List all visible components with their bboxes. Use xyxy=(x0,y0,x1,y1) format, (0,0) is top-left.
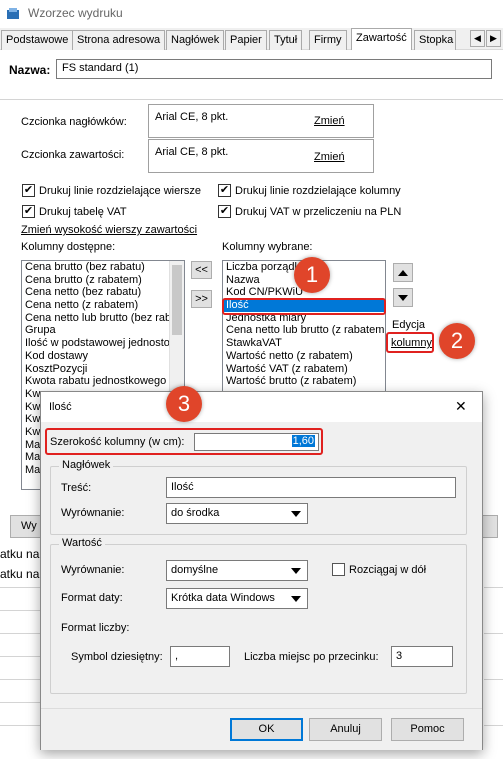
decimal-places-label: Liczba miejsc po przecinku: xyxy=(244,651,379,663)
selected-columns-label: Kolumny wybrane: xyxy=(222,241,313,253)
dialog-title: Ilość xyxy=(49,401,72,413)
stretch-down-checkbox[interactable] xyxy=(332,563,345,576)
list-item[interactable]: Grupa xyxy=(22,324,184,337)
col-lines-checkbox[interactable]: ✔ xyxy=(218,184,231,197)
header-align-label: Wyrównanie: xyxy=(61,507,125,519)
header-content-input[interactable]: Ilość xyxy=(166,477,456,498)
date-format-select[interactable]: Krótka data Windows xyxy=(166,588,308,609)
content-font-box: Arial CE, 8 pkt. Zmień xyxy=(148,139,374,173)
decimal-symbol-label: Symbol dziesiętny: xyxy=(71,651,163,663)
column-dialog: Ilość ✕ Szerokość kolumny (w cm): 1,60 N… xyxy=(40,391,483,750)
header-font-label: Czcionka nagłówków: xyxy=(21,116,127,128)
available-columns-label: Kolumny dostępne: xyxy=(21,241,116,253)
header-content-label: Treść: xyxy=(61,482,92,494)
value-align-label: Wyrównanie: xyxy=(61,564,125,576)
callout-badge-3: 3 xyxy=(166,386,202,422)
list-item[interactable]: Cena netto (bez rabatu) xyxy=(22,286,184,299)
help-button[interactable]: Pomoc xyxy=(391,718,464,741)
chevron-down-icon xyxy=(291,568,301,574)
background-right-button[interactable] xyxy=(482,515,498,538)
tab-strona-adresowa[interactable]: Strona adresowa xyxy=(72,30,166,50)
tab-zawartosc[interactable]: Zawartość xyxy=(351,28,412,50)
name-input[interactable]: FS standard (1) xyxy=(56,59,492,79)
close-icon[interactable]: ✕ xyxy=(455,398,467,415)
list-item[interactable]: Wartość VAT (z rabatem) xyxy=(223,363,385,376)
date-format-label: Format daty: xyxy=(61,592,123,604)
header-font-value: Arial CE, 8 pkt. xyxy=(155,111,229,123)
list-item[interactable]: StawkaVAT xyxy=(223,337,385,350)
tab-scroll-left-button[interactable]: ◀ xyxy=(470,30,485,47)
callout-badge-2: 2 xyxy=(439,323,475,359)
header-font-box: Arial CE, 8 pkt. Zmień xyxy=(148,104,374,138)
background-text-1: atku na xyxy=(0,547,40,561)
col-lines-label: Drukuj linie rozdzielające kolumny xyxy=(235,185,401,197)
value-align-value: domyślne xyxy=(171,564,219,576)
tab-scroll-right-button[interactable]: ▶ xyxy=(486,30,501,47)
column-width-highlight xyxy=(45,428,323,455)
window-title-bar: Wzorzec wydruku xyxy=(0,0,503,28)
tab-stopka[interactable]: Stopka xyxy=(414,30,456,50)
move-right-button[interactable]: >> xyxy=(191,290,212,308)
list-item[interactable]: Cena brutto (z rabatem) xyxy=(22,274,184,287)
chevron-down-icon xyxy=(291,596,301,602)
vat-pln-label: Drukuj VAT w przeliczeniu na PLN xyxy=(235,206,402,218)
tab-papier[interactable]: Papier xyxy=(225,30,267,50)
callout-badge-1: 1 xyxy=(294,257,330,293)
date-format-value: Krótka data Windows xyxy=(171,592,275,604)
background-text-2: atku na xyxy=(0,567,40,581)
list-item[interactable]: KosztPozycji xyxy=(22,363,184,376)
value-align-select[interactable]: domyślne xyxy=(166,560,308,581)
list-item[interactable]: Cena netto lub brutto (bez rab xyxy=(22,312,184,325)
move-up-button[interactable] xyxy=(393,263,413,282)
decimal-symbol-input[interactable]: , xyxy=(170,646,230,667)
tab-bar: Podstawowe Strona adresowa Nagłówek Papi… xyxy=(0,28,503,50)
edit-label: Edycja xyxy=(392,319,426,331)
tab-naglowek[interactable]: Nagłówek xyxy=(166,30,225,50)
header-group-title: Nagłówek xyxy=(59,459,114,471)
edit-columns-highlight xyxy=(386,332,434,353)
move-left-button[interactable]: << xyxy=(191,261,212,279)
vat-table-label: Drukuj tabelę VAT xyxy=(39,206,127,218)
arrow-up-icon xyxy=(398,270,408,276)
list-item[interactable]: Cena brutto (bez rabatu) xyxy=(22,261,184,274)
row-lines-checkbox[interactable]: ✔ xyxy=(22,184,35,197)
arrow-down-icon xyxy=(398,295,408,301)
decimal-places-input[interactable]: 3 xyxy=(391,646,453,667)
header-align-select[interactable]: do środka xyxy=(166,503,308,524)
value-group: Wartość Wyrównanie: domyślne Rozciągaj w… xyxy=(50,537,467,694)
stretch-down-label: Rozciągaj w dół xyxy=(349,564,427,576)
list-item[interactable]: Cena netto (z rabatem) xyxy=(22,299,184,312)
value-group-title: Wartość xyxy=(59,537,105,549)
name-label: Nazwa: xyxy=(9,63,51,77)
move-down-button[interactable] xyxy=(393,288,413,307)
window-title: Wzorzec wydruku xyxy=(28,6,123,20)
cancel-button[interactable]: Anuluj xyxy=(309,718,382,741)
content-font-change-link[interactable]: Zmień xyxy=(314,151,345,163)
header-align-value: do środka xyxy=(171,507,220,519)
list-item[interactable]: Wartość netto (z rabatem) xyxy=(223,350,385,363)
selected-item-highlight xyxy=(222,298,386,315)
number-format-label: Format liczby: xyxy=(61,622,130,634)
tab-firmy[interactable]: Firmy xyxy=(309,30,347,50)
app-icon xyxy=(7,8,19,19)
content-font-value: Arial CE, 8 pkt. xyxy=(155,146,229,158)
dialog-title-bar: Ilość ✕ xyxy=(41,392,482,422)
tab-podstawowe[interactable]: Podstawowe xyxy=(1,30,74,50)
list-item[interactable]: Ilość w podstawowej jednosto xyxy=(22,337,184,350)
header-font-change-link[interactable]: Zmień xyxy=(314,115,345,127)
list-item[interactable]: Kwota rabatu jednostkowego xyxy=(22,375,184,388)
row-height-link[interactable]: Zmień wysokość wierszy zawartości xyxy=(21,224,197,236)
vat-pln-checkbox[interactable]: ✔ xyxy=(218,205,231,218)
content-font-label: Czcionka zawartości: xyxy=(21,149,125,161)
row-lines-label: Drukuj linie rozdzielające wiersze xyxy=(39,185,202,197)
chevron-down-icon xyxy=(291,511,301,517)
ok-button[interactable]: OK xyxy=(230,718,303,741)
list-item[interactable]: Cena netto lub brutto (z rabatem xyxy=(223,324,385,337)
vat-table-checkbox[interactable]: ✔ xyxy=(22,205,35,218)
list-item[interactable]: Wartość brutto (z rabatem) xyxy=(223,375,385,388)
tab-tytul[interactable]: Tytuł xyxy=(269,30,303,50)
list-item[interactable]: Kod dostawy xyxy=(22,350,184,363)
dialog-footer: OK Anuluj Pomoc xyxy=(41,708,482,750)
header-group: Nagłówek Treść: Ilość Wyrównanie: do śro… xyxy=(50,459,467,535)
